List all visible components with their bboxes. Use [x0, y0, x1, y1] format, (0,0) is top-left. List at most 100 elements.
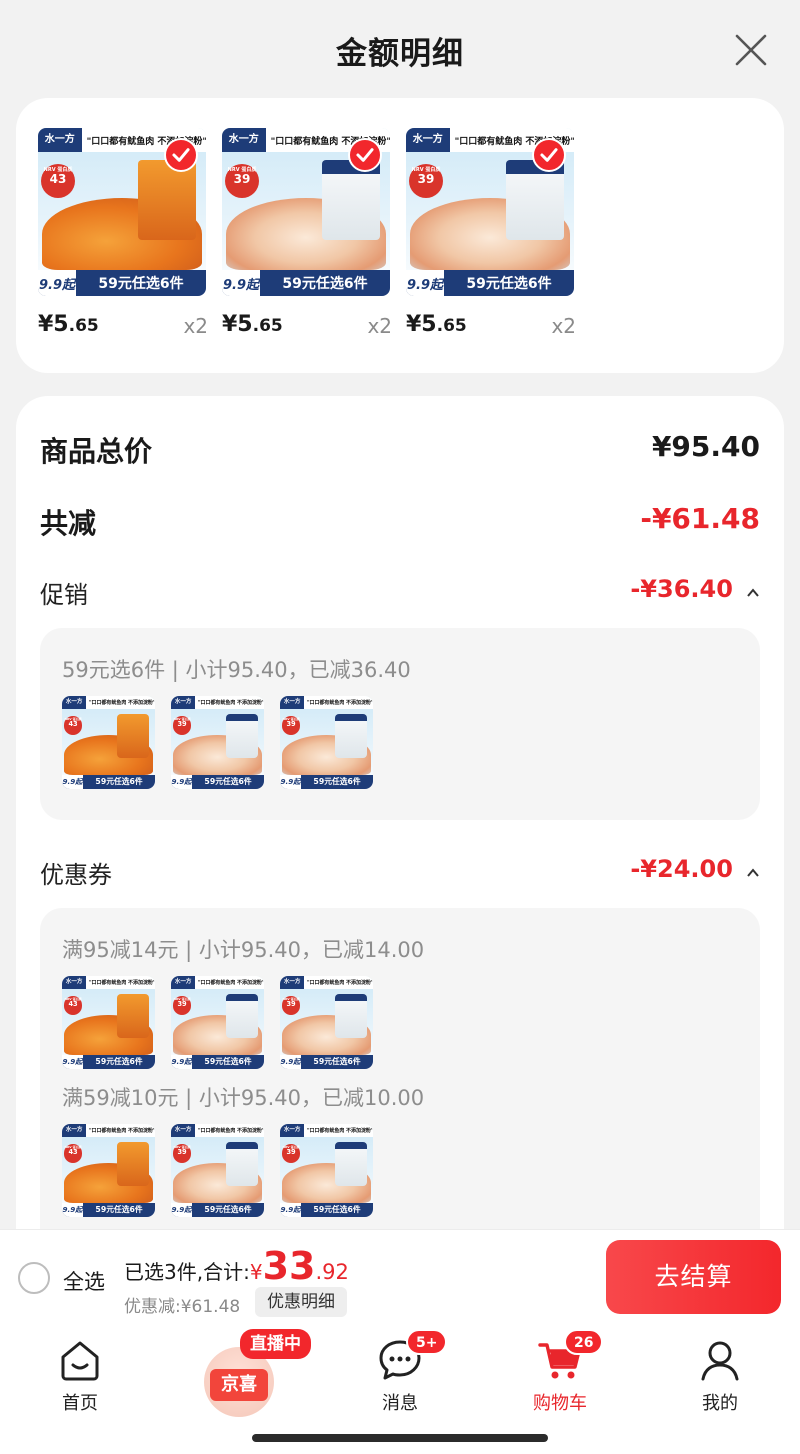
price-decimal: .65	[436, 316, 467, 336]
package-image	[226, 1141, 259, 1186]
nrv-badge: NRV 蛋白质 43	[41, 164, 75, 198]
nrv-badge: NRV 蛋白质 39	[281, 1143, 301, 1163]
promo-text: 59元任选6件	[95, 1057, 143, 1067]
checkout-bar: 全选 已选3件,合计:¥33.92 优惠减:¥61.48 优惠明细 去结算	[0, 1229, 800, 1325]
currency-symbol: ¥	[249, 1260, 263, 1284]
reference-price: 9.9起	[171, 1054, 193, 1069]
promotion-thumbnails: 水一方 "口口都有鱿鱼肉 不添加淀粉" NRV 蛋白质 43 9.9起 59元任选6件 水一…	[62, 696, 373, 789]
select-all-label[interactable]: 全选	[63, 1266, 105, 1296]
nrv-badge: NRV 蛋白质 39	[172, 715, 192, 735]
package-image	[226, 713, 259, 758]
tab-cart[interactable]: 购物车 26	[480, 1329, 640, 1415]
reference-price: 9.9起	[171, 774, 193, 789]
close-icon[interactable]	[733, 32, 769, 68]
product-price: ¥5.65	[38, 312, 99, 337]
promo-banner: 9.9起 59元任选6件	[280, 1202, 373, 1217]
promo-text: 59元任选6件	[204, 1205, 252, 1215]
product-item[interactable]: 水一方 "口口都有鱿鱼肉 不添加淀粉" NRV 蛋白质 39 9.9起 59元任选6件 ¥5…	[406, 128, 576, 344]
promo-text: 59元任选6件	[204, 777, 252, 787]
coupon-group-title-2: 满59减10元 | 小计95.40，已减10.00	[62, 1086, 425, 1110]
promo-banner: 9.9起 59元任选6件	[171, 1202, 264, 1217]
reference-price: 9.9起	[222, 270, 260, 296]
brand-logo: 水一方	[222, 128, 266, 152]
select-all-radio[interactable]	[18, 1262, 50, 1294]
tab-home[interactable]: 首页	[0, 1337, 160, 1415]
tab-messages[interactable]: 消息 5+	[320, 1329, 480, 1415]
promo-text: 59元任选6件	[98, 276, 184, 292]
brand-logo: 水一方	[280, 976, 305, 990]
promo-text: 59元任选6件	[466, 276, 552, 292]
mini-product-image[interactable]: 水一方 "口口都有鱿鱼肉 不添加淀粉" NRV 蛋白质 43 9.9起 59元任选6件	[62, 696, 155, 789]
checkout-button[interactable]: 去结算	[606, 1240, 781, 1314]
brand-logo: 水一方	[406, 128, 450, 152]
product-tagline: "口口都有鱿鱼肉 不添加淀粉"	[197, 700, 264, 707]
promo-text: 59元任选6件	[95, 777, 143, 787]
discount-detail-button[interactable]: 优惠明细	[255, 1287, 347, 1317]
page-title: 金额明细	[336, 36, 464, 72]
nrv-value: 39	[286, 1000, 296, 1009]
package-image	[335, 713, 368, 758]
message-badge: 5+	[406, 1329, 448, 1355]
mini-product-image[interactable]: 水一方 "口口都有鱿鱼肉 不添加淀粉" NRV 蛋白质 39 9.9起 59元任选6件	[171, 976, 264, 1069]
selected-count-text: 已选3件,合计:	[124, 1260, 250, 1284]
nrv-value: 43	[68, 1000, 78, 1009]
reference-price: 9.9起	[62, 1202, 84, 1217]
total-discount-label: 共减	[40, 507, 97, 540]
coupon-toggle[interactable]: -¥24.00	[630, 855, 760, 883]
promo-banner: 9.9起 59元任选6件	[280, 1054, 373, 1069]
check-icon	[164, 138, 198, 172]
brand-logo: 水一方	[280, 696, 305, 710]
thumb-header: 水一方 "口口都有鱿鱼肉 不添加淀粉"	[62, 976, 155, 990]
mini-product-image[interactable]: 水一方 "口口都有鱿鱼肉 不添加淀粉" NRV 蛋白质 39 9.9起 59元任选6件	[280, 1124, 373, 1217]
nrv-value: 39	[286, 720, 296, 729]
promo-banner: 9.9起 59元任选6件	[280, 774, 373, 789]
nrv-value: 39	[177, 1148, 187, 1157]
order-summary: 已选3件,合计:¥33.92	[124, 1244, 349, 1288]
promo-banner: 9.9起 59元任选6件	[62, 1054, 155, 1069]
product-image: 水一方 "口口都有鱿鱼肉 不添加淀粉" NRV 蛋白质 39 9.9起 59元任选6件	[222, 128, 390, 296]
nrv-value: 39	[417, 172, 435, 187]
product-item[interactable]: 水一方 "口口都有鱿鱼肉 不添加淀粉" NRV 蛋白质 39 9.9起 59元任选6件 ¥5…	[222, 128, 392, 344]
promo-banner: 9.9起 59元任选6件	[62, 774, 155, 789]
promotion-toggle[interactable]: -¥36.40	[630, 575, 760, 603]
product-item[interactable]: 水一方 "口口都有鱿鱼肉 不添加淀粉" NRV 蛋白质 43 9.9起 59元任选6件 ¥5…	[38, 128, 208, 344]
thumb-header: 水一方 "口口都有鱿鱼肉 不添加淀粉"	[62, 1124, 155, 1138]
nrv-badge: NRV 蛋白质 43	[63, 1143, 83, 1163]
product-tagline: "口口都有鱿鱼肉 不添加淀粉"	[88, 700, 155, 707]
mini-product-image[interactable]: 水一方 "口口都有鱿鱼肉 不添加淀粉" NRV 蛋白质 43 9.9起 59元任选6件	[62, 1124, 155, 1217]
product-price-row: ¥5.65 x2	[38, 308, 208, 344]
nrv-badge: NRV 蛋白质 39	[281, 715, 301, 735]
mini-product-image[interactable]: 水一方 "口口都有鱿鱼肉 不添加淀粉" NRV 蛋白质 43 9.9起 59元任选6件	[62, 976, 155, 1069]
nrv-value: 39	[177, 1000, 187, 1009]
coupon-thumbnails-1: 水一方 "口口都有鱿鱼肉 不添加淀粉" NRV 蛋白质 43 9.9起 59元任选6件 水一…	[62, 976, 373, 1069]
goods-total-value: ¥95.40	[651, 430, 760, 463]
nrv-badge: NRV 蛋白质 43	[63, 715, 83, 735]
live-badge: 直播中	[240, 1329, 311, 1359]
product-price: ¥5.65	[222, 312, 283, 337]
nrv-badge: NRV 蛋白质 39	[172, 995, 192, 1015]
brand-logo: 水一方	[171, 976, 196, 990]
home-indicator	[252, 1434, 548, 1442]
reference-price: 9.9起	[62, 1054, 84, 1069]
mini-product-image[interactable]: 水一方 "口口都有鱿鱼肉 不添加淀粉" NRV 蛋白质 39 9.9起 59元任选6件	[171, 1124, 264, 1217]
total-integer: 33	[262, 1244, 316, 1288]
tab-profile[interactable]: 我的	[640, 1337, 800, 1415]
cart-badge: 26	[564, 1329, 604, 1355]
chevron-up-icon	[747, 867, 759, 877]
product-tagline: "口口都有鱿鱼肉 不添加淀粉"	[197, 1128, 264, 1135]
mini-product-image[interactable]: 水一方 "口口都有鱿鱼肉 不添加淀粉" NRV 蛋白质 39 9.9起 59元任选6件	[280, 696, 373, 789]
thumb-header: 水一方 "口口都有鱿鱼肉 不添加淀粉"	[171, 976, 264, 990]
total-discount-value: -¥61.48	[640, 502, 760, 535]
reference-price: 9.9起	[406, 270, 444, 296]
total-decimal: .92	[315, 1260, 349, 1284]
tab-profile-label: 我的	[702, 1393, 738, 1414]
promo-text: 59元任选6件	[95, 1205, 143, 1215]
goods-total-label: 商品总价	[40, 435, 153, 468]
tab-cart-label: 购物车	[533, 1393, 587, 1414]
mini-product-image[interactable]: 水一方 "口口都有鱿鱼肉 不添加淀粉" NRV 蛋白质 39 9.9起 59元任选6件	[280, 976, 373, 1069]
check-icon	[348, 138, 382, 172]
product-tagline: "口口都有鱿鱼肉 不添加淀粉"	[306, 1128, 373, 1135]
promo-text: 59元任选6件	[282, 276, 368, 292]
price-integer: ¥5	[38, 312, 69, 337]
mini-product-image[interactable]: 水一方 "口口都有鱿鱼肉 不添加淀粉" NRV 蛋白质 39 9.9起 59元任选6件	[171, 696, 264, 789]
